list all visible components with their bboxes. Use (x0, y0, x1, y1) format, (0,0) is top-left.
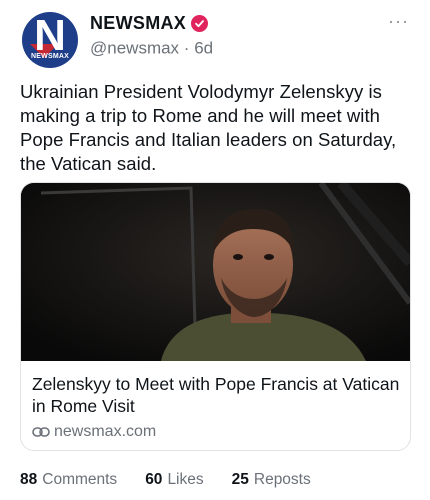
meta-separator: · (183, 38, 190, 58)
stat-comments[interactable]: 88 Comments (20, 471, 117, 489)
stat-reposts[interactable]: 25 Reposts (232, 471, 311, 489)
display-name[interactable]: NEWSMAX (90, 13, 186, 34)
avatar-brand-text: NEWSMAX (31, 53, 69, 60)
card-domain[interactable]: newsmax.com (32, 423, 156, 441)
more-horizontal-icon[interactable]: ··· (388, 11, 409, 32)
name-row: NEWSMAX (90, 13, 209, 34)
link-card[interactable]: Zelenskyy to Meet with Pope Francis at V… (20, 182, 411, 451)
stat-label: Comments (42, 471, 118, 488)
stat-count: 60 (145, 471, 163, 488)
stat-label: Likes (167, 471, 204, 488)
card-domain-text: newsmax.com (54, 423, 157, 440)
stat-likes[interactable]: 60 Likes (145, 471, 203, 489)
link-icon (32, 425, 50, 439)
avatar[interactable]: N NEWSMAX (22, 12, 78, 68)
card-title[interactable]: Zelenskyy to Meet with Pope Francis at V… (32, 373, 402, 417)
stat-count: 25 (231, 471, 249, 488)
post-header: N NEWSMAX NEWSMAX @newsmax · 6d ··· (0, 0, 430, 70)
account-handle[interactable]: @newsmax (90, 39, 179, 58)
post-stats: 88 Comments 60 Likes 25 Reposts (20, 471, 339, 489)
post-text: Ukrainian President Volodymyr Zelenskyy … (20, 81, 397, 174)
post-time[interactable]: 6d (194, 39, 213, 58)
stat-label: Reposts (253, 471, 311, 488)
card-image[interactable] (21, 183, 410, 362)
stat-count: 88 (20, 471, 38, 488)
verified-badge-icon (191, 15, 209, 32)
handle-row: @newsmax · 6d (90, 38, 213, 59)
